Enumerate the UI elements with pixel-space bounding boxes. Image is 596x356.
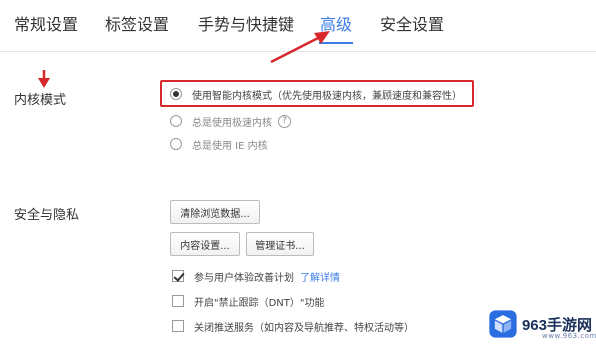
kernel-mode-label: 内核模式 bbox=[14, 93, 67, 108]
dnt-label: 开启"禁止跟踪（DNT）"功能 bbox=[194, 297, 325, 309]
settings-tab-bar: 常规设置 标签设置 手势与快捷键 高级 安全设置 bbox=[0, 0, 596, 52]
active-tab-underline bbox=[319, 42, 353, 44]
clear-browsing-data-button[interactable]: 清除浏览数据... bbox=[170, 200, 260, 224]
radio-button[interactable] bbox=[170, 138, 182, 150]
watermark-sub: www.963.com bbox=[542, 332, 596, 340]
learn-more-link[interactable]: 了解详情 bbox=[300, 269, 340, 284]
tab-security[interactable]: 安全设置 bbox=[380, 14, 444, 36]
tab-advanced[interactable]: 高级 bbox=[320, 14, 352, 36]
tab-gestures-shortcuts[interactable]: 手势与快捷键 bbox=[198, 14, 294, 36]
tab-general[interactable]: 常规设置 bbox=[14, 14, 78, 36]
radio-ie-kernel-label: 总是使用 IE 内核 bbox=[192, 140, 268, 152]
push-service-label: 关闭推送服务（如内容及导航推荐、特权活动等） bbox=[194, 322, 414, 334]
push-service-check-row: 关闭推送服务（如内容及导航推荐、特权活动等） bbox=[172, 318, 414, 334]
radio-speed-kernel-label: 总是使用极速内核 bbox=[192, 117, 272, 129]
ux-improvement-label: 参与用户体验改善计划 bbox=[194, 272, 294, 284]
security-privacy-label: 安全与隐私 bbox=[14, 208, 80, 223]
manage-certificates-button[interactable]: 管理证书... bbox=[246, 232, 314, 256]
ux-improvement-checkbox[interactable] bbox=[172, 270, 184, 282]
annotation-highlight-box bbox=[160, 80, 474, 107]
content-settings-button[interactable]: 内容设置... bbox=[170, 232, 240, 256]
radio-speed-kernel[interactable]: 总是使用极速内核 ? bbox=[170, 112, 291, 130]
radio-ie-kernel[interactable]: 总是使用 IE 内核 bbox=[170, 135, 268, 153]
radio-button[interactable] bbox=[170, 115, 182, 127]
ux-improvement-check-row: 参与用户体验改善计划 了解详情 bbox=[172, 268, 340, 284]
site-watermark: 963手游网 www.963.com bbox=[488, 300, 596, 348]
dnt-check-row: 开启"禁止跟踪（DNT）"功能 bbox=[172, 293, 325, 309]
dnt-checkbox[interactable] bbox=[172, 295, 184, 307]
help-icon[interactable]: ? bbox=[278, 114, 291, 128]
tab-tabs[interactable]: 标签设置 bbox=[105, 14, 169, 36]
cube-logo-icon bbox=[489, 310, 517, 338]
push-service-checkbox[interactable] bbox=[172, 320, 184, 332]
